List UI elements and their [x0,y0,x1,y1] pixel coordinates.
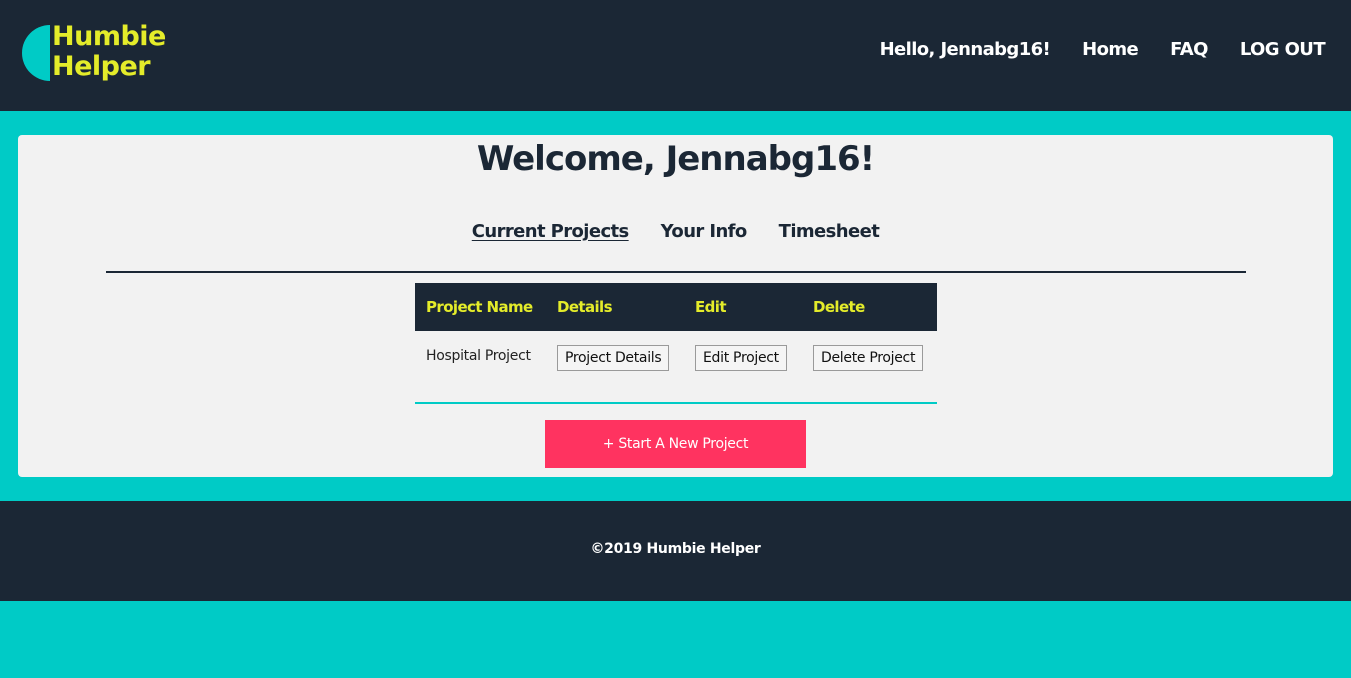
tab-timesheet[interactable]: Timesheet [779,221,880,242]
col-header-edit: Edit [695,298,727,316]
nav-logout-link[interactable]: LOG OUT [1240,38,1326,62]
tab-your-info[interactable]: Your Info [661,221,748,242]
logo-line-2: Helper [52,51,151,82]
logo-text: Humbie Helper [52,22,166,82]
main-nav: Hello, Jennabg16! Home FAQ LOG OUT [880,38,1326,62]
tab-bar: Current Projects Your Info Timesheet [18,221,1333,242]
project-details-button[interactable]: Project Details [557,345,670,371]
projects-table: Project Name Details Edit Delete Hospita… [415,283,937,404]
table-row: Hospital Project Project Details Edit Pr… [415,331,937,403]
nav-greeting[interactable]: Hello, Jennabg16! [880,38,1051,62]
humbie-helper-logo[interactable]: Humbie Helper [22,22,182,86]
section-divider [106,271,1246,273]
edit-project-button[interactable]: Edit Project [695,345,787,371]
edit-cell: Edit Project [684,331,802,403]
delete-project-button[interactable]: Delete Project [813,345,924,371]
copyright-text: ©2019 Humbie Helper [590,541,761,557]
details-cell: Project Details [546,331,684,403]
nav-home-link[interactable]: Home [1082,38,1139,62]
project-name-cell: Hospital Project [415,331,546,403]
delete-cell: Delete Project [802,331,937,403]
col-header-project-name: Project Name [426,298,533,316]
nav-faq-link[interactable]: FAQ [1170,38,1208,62]
col-header-details: Details [557,298,613,316]
start-new-project-button[interactable]: + Start A New Project [545,420,806,468]
col-header-delete: Delete [813,298,865,316]
logo-line-1: Humbie [52,21,166,52]
site-footer: ©2019 Humbie Helper [0,501,1351,601]
page-title: Welcome, Jennabg16! [476,139,875,179]
site-header: Humbie Helper Hello, Jennabg16! Home FAQ… [0,0,1351,111]
project-name: Hospital Project [426,348,531,364]
tab-current-projects[interactable]: Current Projects [472,221,629,242]
dashboard-card: Welcome, Jennabg16! Current Projects You… [18,135,1333,477]
table-header: Project Name Details Edit Delete [415,283,937,331]
